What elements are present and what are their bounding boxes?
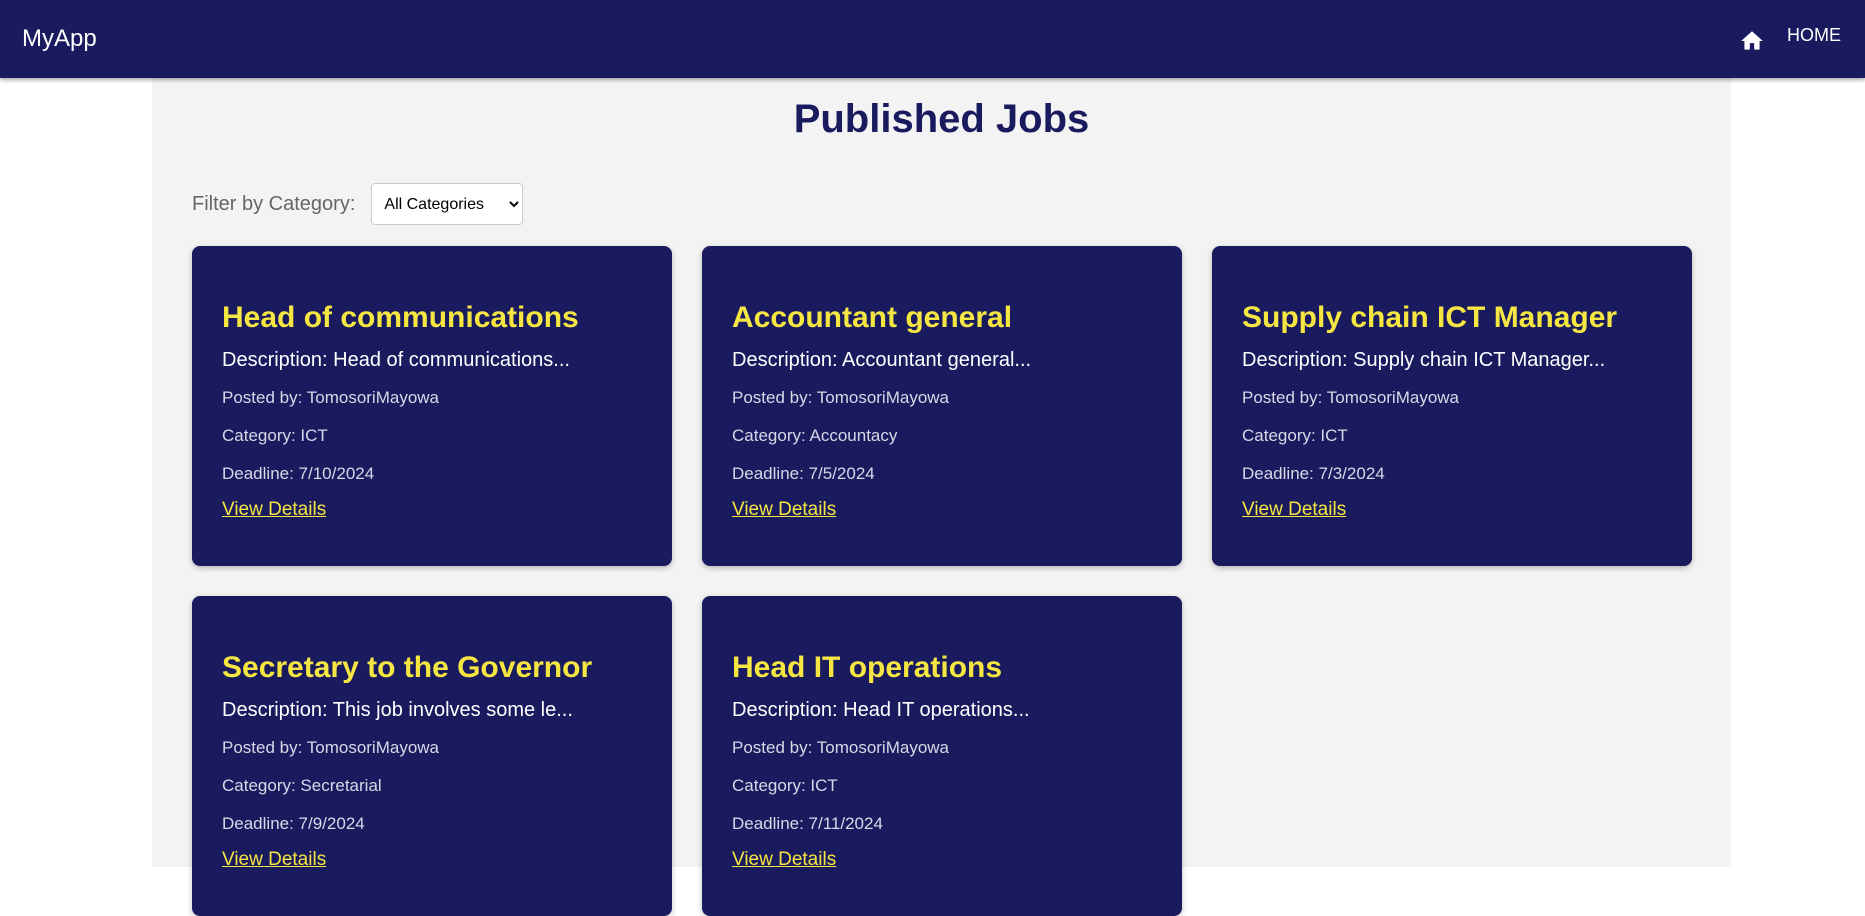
job-card: Head IT operations Description: Head IT … xyxy=(702,596,1182,916)
job-category: Category: ICT xyxy=(222,426,328,445)
jobs-page: Published Jobs Filter by Category: All C… xyxy=(152,78,1731,916)
job-deadline: Deadline: 7/9/2024 xyxy=(222,814,365,833)
job-deadline: Deadline: 7/3/2024 xyxy=(1242,464,1385,483)
job-description: Description: Head of communications... xyxy=(222,349,570,371)
job-posted-by: Posted by: TomosoriMayowa xyxy=(1242,388,1460,407)
job-posted-by: Posted by: TomosoriMayowa xyxy=(222,738,440,757)
view-details-link[interactable]: View Details xyxy=(732,498,836,522)
job-card: Accountant general Description: Accounta… xyxy=(702,246,1182,566)
app-brand[interactable]: MyApp xyxy=(22,24,97,54)
filter-label: Filter by Category: xyxy=(192,192,356,215)
job-deadline: Deadline: 7/5/2024 xyxy=(732,464,875,483)
view-details-link[interactable]: View Details xyxy=(732,848,836,872)
job-card-grid: Head of communications Description: Head… xyxy=(192,246,1692,916)
view-details-link[interactable]: View Details xyxy=(222,848,326,872)
home-nav-label: HOME xyxy=(1787,24,1841,45)
job-title: Secretary to the Governor xyxy=(222,651,593,684)
job-title: Supply chain ICT Manager xyxy=(1242,301,1618,334)
job-category: Category: ICT xyxy=(1242,426,1348,445)
job-description: Description: Supply chain ICT Manager... xyxy=(1242,349,1606,371)
job-deadline: Deadline: 7/11/2024 xyxy=(732,814,883,833)
job-title: Head IT operations xyxy=(732,651,1003,684)
job-title: Accountant general xyxy=(732,301,1013,334)
job-description: Description: This job involves some le..… xyxy=(222,699,573,721)
job-card: Secretary to the Governor Description: T… xyxy=(192,596,672,916)
job-posted-by: Posted by: TomosoriMayowa xyxy=(222,388,440,407)
page-title: Published Jobs xyxy=(793,97,1090,141)
job-category: Category: Accountacy xyxy=(732,426,898,445)
job-card: Supply chain ICT Manager Description: Su… xyxy=(1212,246,1692,566)
job-description: Description: Accountant general... xyxy=(732,349,1032,371)
view-details-link[interactable]: View Details xyxy=(222,498,326,522)
view-details-link[interactable]: View Details xyxy=(1242,498,1346,522)
job-posted-by: Posted by: TomosoriMayowa xyxy=(732,738,950,757)
job-description: Description: Head IT operations... xyxy=(732,699,1030,721)
category-select[interactable]: All Categories xyxy=(371,183,524,225)
job-deadline: Deadline: 7/10/2024 xyxy=(222,464,375,483)
job-card: Head of communications Description: Head… xyxy=(192,246,672,566)
job-category: Category: ICT xyxy=(732,776,838,795)
home-icon xyxy=(1741,31,1763,50)
job-posted-by: Posted by: TomosoriMayowa xyxy=(732,388,950,407)
app-bar: MyApp HOME xyxy=(0,0,1865,78)
job-title: Head of communications xyxy=(222,301,579,334)
category-filter: Filter by Category: All Categories xyxy=(192,183,524,225)
home-nav-link[interactable]: HOME xyxy=(1739,22,1841,52)
job-category: Category: Secretarial xyxy=(222,776,382,795)
